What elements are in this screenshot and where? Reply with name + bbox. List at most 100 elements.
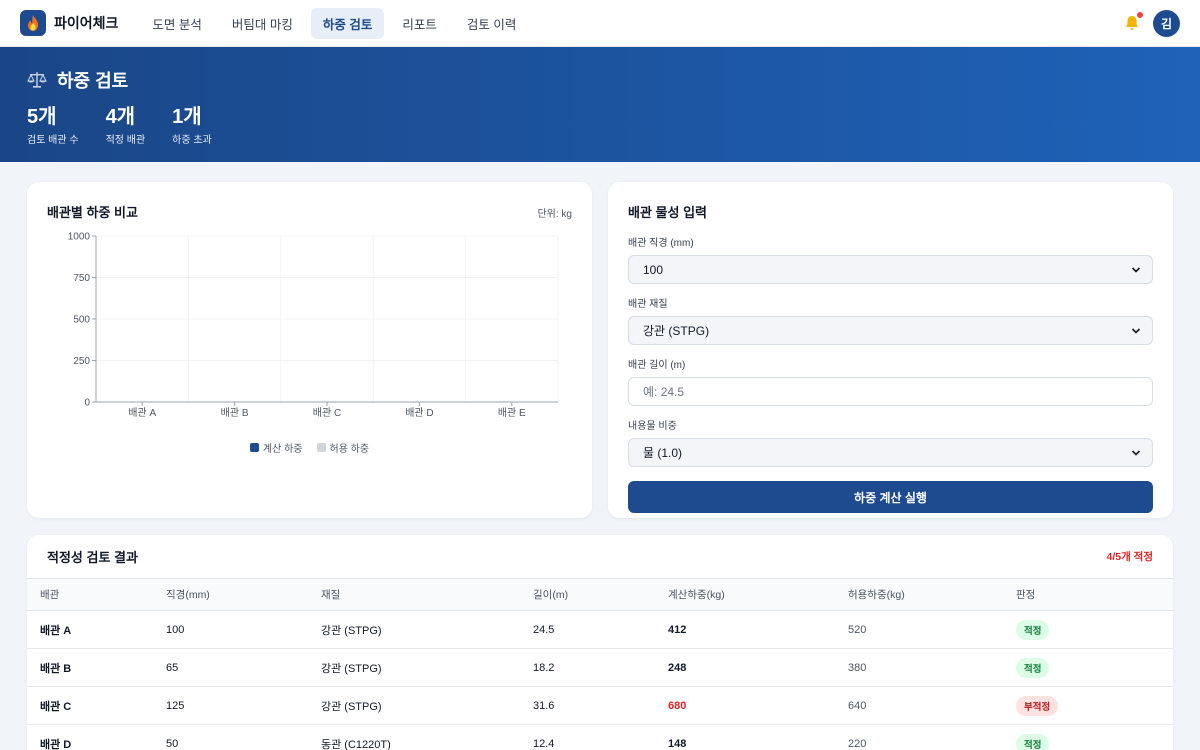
length-label: 배관 길이 (m) [628, 360, 686, 371]
legend-swatch [249, 443, 259, 452]
legend-item[interactable]: 허용 하중 [316, 440, 369, 455]
cell-length: 18.2 [533, 648, 668, 687]
stat-label: 검토 배관 수 [27, 135, 79, 146]
nav-tab-5[interactable]: 검토 이력 [455, 8, 528, 39]
load-chart-card: 배관별 하중 비교 단위: kg 0 250 500 750 1000 배관 A 배관 B 배… [27, 182, 592, 518]
stat-item: 1개하중 초과 [172, 105, 212, 146]
cell-allow: 520 [848, 610, 1016, 649]
diameter-value: 100 [643, 262, 664, 277]
material-select[interactable]: 강관 (STPG) [628, 316, 1153, 345]
table-row[interactable]: 배관 C 125 강관 (STPG) 31.6 680 640 부적정 [27, 686, 1173, 725]
diameter-select[interactable]: 100 [628, 255, 1153, 284]
nav-tab-2[interactable]: 버팀대 마킹 [220, 8, 305, 39]
cell-calc: 248 [668, 648, 848, 687]
results-summary: 4/5개 적정 [1106, 551, 1154, 563]
chevron-down-icon [1131, 267, 1141, 273]
chevron-down-icon [1131, 328, 1141, 334]
results-card: 적정성 검토 결과 4/5개 적정 배관 직경(mm) 재질 길이(m) 계산하중(kg… [27, 535, 1173, 750]
cell-diameter: 125 [166, 686, 321, 725]
y-tick-label: 500 [73, 315, 90, 326]
stat-value: 4개 [105, 106, 136, 128]
nav-tab-3[interactable]: 하중 검토 [310, 7, 385, 39]
nav-right: 김 [1123, 9, 1180, 37]
verdict-badge: 적정 [1016, 733, 1050, 750]
results-table: 배관 직경(mm) 재질 길이(m) 계산하중(kg) 허용하중(kg) 판정 배관 A 10… [27, 578, 1173, 750]
column-header: 허용하중(kg) [848, 578, 1016, 611]
load-comparison-chart: 0 250 500 750 1000 배관 A 배관 B 배관 C 배관 D 배관 E [68, 232, 559, 419]
stat-item: 4개적정 배관 [106, 105, 146, 146]
table-row[interactable]: 배관 B 65 강관 (STPG) 18.2 248 380 적정 [27, 648, 1173, 687]
length-input[interactable]: 예: 24.5 [628, 377, 1153, 406]
form-title: 배관 물성 입력 [628, 205, 707, 220]
cell-allow: 380 [848, 648, 1016, 687]
notification-dot [1137, 12, 1143, 18]
results-title: 적정성 검토 결과 [47, 550, 138, 565]
nav-tab-4[interactable]: 리포트 [390, 8, 449, 39]
stat-value: 5개 [27, 106, 57, 128]
column-header: 길이(m) [533, 578, 668, 611]
legend-label: 계산 하중 [262, 444, 303, 455]
stat-value: 1개 [172, 106, 202, 128]
cell-material: 강관 (STPG) [321, 648, 533, 687]
table-header-row: 배관 직경(mm) 재질 길이(m) 계산하중(kg) 허용하중(kg) 판정 [27, 578, 1173, 611]
table-row[interactable]: 배관 A 100 강관 (STPG) 24.5 412 520 적정 [27, 610, 1173, 649]
column-header: 직경(mm) [166, 578, 321, 611]
table-body: 배관 A 100 강관 (STPG) 24.5 412 520 적정 배관 B 65 강관 (ST… [27, 610, 1173, 750]
scale-icon [27, 71, 47, 89]
cell-allow: 220 [848, 724, 1016, 750]
cell-pipe: 배관 C [27, 686, 166, 725]
cell-allow: 640 [848, 686, 1016, 725]
cell-material: 강관 (STPG) [321, 686, 533, 725]
cell-verdict: 적정 [1016, 724, 1173, 750]
diameter-label: 배관 직경 (mm) [628, 238, 694, 249]
legend-item[interactable]: 계산 하중 [249, 440, 303, 455]
cell-diameter: 50 [166, 724, 321, 750]
cell-verdict: 적정 [1016, 648, 1173, 687]
user-avatar[interactable]: 김 [1153, 9, 1180, 37]
notification-button[interactable] [1123, 12, 1143, 32]
cell-pipe: 배관 B [27, 648, 166, 687]
nav-menu: 도면 분석 버팀대 마킹 하중 검토 리포트 검토 이력 [140, 7, 534, 39]
top-navigation: 파이어체크 도면 분석 버팀대 마킹 하중 검토 리포트 검토 이력 김 [0, 0, 1200, 47]
cell-calc: 680 [668, 686, 848, 725]
nav-tab-1[interactable]: 도면 분석 [140, 8, 213, 39]
cell-diameter: 100 [166, 610, 321, 649]
column-header: 계산하중(kg) [668, 578, 848, 611]
column-header: 판정 [1016, 578, 1173, 611]
flame-icon [28, 15, 38, 31]
column-header: 재질 [321, 578, 533, 611]
verdict-badge: 부적정 [1016, 695, 1059, 716]
chart-title: 배관별 하중 비교 [47, 205, 138, 220]
pipe-property-form: 배관 물성 입력 배관 직경 (mm) 100 배관 재질 강관 (STPG) … [608, 182, 1173, 518]
chart-unit: 단위: kg [537, 209, 572, 220]
cell-length: 31.6 [533, 686, 668, 725]
stat-item: 5개검토 배관 수 [27, 105, 79, 146]
density-select[interactable]: 물 (1.0) [628, 438, 1153, 467]
app-logo[interactable] [20, 10, 46, 36]
x-tick-label: 배관 D [405, 407, 433, 419]
table-row[interactable]: 배관 D 50 동관 (C1220T) 12.4 148 220 적정 [27, 724, 1173, 750]
cell-calc: 148 [668, 724, 848, 750]
x-tick-label: 배관 B [221, 407, 249, 419]
page-title-text: 하중 검토 [57, 71, 129, 91]
cell-material: 동관 (C1220T) [321, 724, 533, 750]
summary-stats: 5개검토 배관 수 4개적정 배관 1개하중 초과 [27, 105, 1173, 146]
material-label: 배관 재질 [628, 299, 668, 310]
stat-label: 적정 배관 [105, 135, 146, 146]
density-value: 물 (1.0) [643, 446, 683, 460]
chevron-down-icon [1131, 450, 1141, 456]
cell-calc: 412 [668, 610, 848, 649]
chart-legend: 계산 하중 허용 하중 [27, 440, 592, 455]
cell-verdict: 적정 [1016, 610, 1173, 649]
column-header: 배관 [27, 578, 166, 611]
y-tick-label: 750 [73, 273, 90, 284]
stat-label: 하중 초과 [172, 135, 212, 146]
verdict-badge: 적정 [1016, 657, 1050, 678]
x-tick-label: 배관 C [313, 407, 341, 419]
x-tick-label: 배관 A [128, 407, 156, 419]
cell-pipe: 배관 D [27, 724, 166, 750]
cell-diameter: 65 [166, 648, 321, 687]
page-header: 하중 검토 5개검토 배관 수 4개적정 배관 1개하중 초과 [0, 47, 1200, 162]
length-placeholder: 예: 24.5 [643, 385, 685, 399]
calculate-load-button[interactable]: 하중 계산 실행 [628, 481, 1153, 513]
